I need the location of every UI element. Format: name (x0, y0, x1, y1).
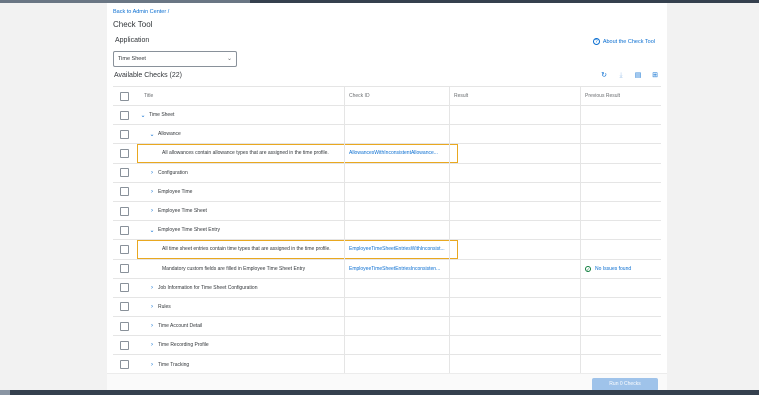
table-row[interactable]: All time sheet entries contain time type… (113, 239, 661, 260)
row-checkbox[interactable] (119, 302, 129, 312)
table-row[interactable]: ⌄ Allowance (113, 125, 661, 145)
bottom-bar (0, 390, 759, 395)
table-row[interactable]: ⌄ Time Sheet (113, 106, 661, 126)
row-title: Allowance (158, 131, 181, 138)
available-checks-title: Available Checks (22) (114, 72, 182, 79)
help-icon: ? (592, 38, 600, 45)
row-title: Rules (158, 303, 171, 310)
row-checkbox[interactable] (119, 129, 129, 139)
column-header-title: Title (135, 87, 345, 105)
table-toolbar: ↻ ⤓ ▤ ⊞ (600, 72, 659, 80)
table-row[interactable]: › Time Tracking (113, 355, 661, 375)
row-checkbox[interactable] (119, 168, 129, 178)
chevron-right-icon[interactable]: › (148, 285, 156, 291)
refresh-icon[interactable]: ↻ (600, 72, 608, 80)
previous-result-text: No Issues found (595, 265, 632, 272)
previous-result-status[interactable]: ✓ No Issues found (585, 265, 632, 272)
chevron-down-icon[interactable]: ⌄ (148, 227, 156, 234)
row-title: Time Account Detail (158, 323, 203, 330)
row-checkbox[interactable] (119, 264, 129, 274)
breadcrumb-back-to-admin-center[interactable]: Back to Admin Center / (113, 9, 169, 15)
chevron-right-icon[interactable]: › (148, 208, 156, 214)
row-title: Configuration (158, 169, 188, 176)
row-title: All allowances contain allowance types t… (162, 149, 329, 156)
sort-icon[interactable]: ▤ (634, 72, 642, 80)
row-title: Mandatory custom fields are filled in Em… (162, 265, 306, 272)
check-id-link[interactable]: EmployeeTimeSheetEntriesInconsisten... (349, 266, 440, 272)
row-checkbox[interactable] (119, 110, 129, 120)
about-check-tool-link[interactable]: ? About the Check Tool (592, 38, 655, 45)
row-checkbox[interactable] (119, 225, 129, 235)
download-icon[interactable]: ⤓ (617, 72, 625, 80)
chevron-right-icon[interactable]: › (148, 304, 156, 310)
table-settings-icon[interactable]: ⊞ (651, 72, 659, 80)
row-checkbox[interactable] (119, 321, 129, 331)
row-checkbox[interactable] (119, 148, 129, 158)
application-select[interactable]: Time Sheet ⌄ (113, 51, 237, 67)
row-checkbox[interactable] (119, 206, 129, 216)
column-header-result: Result (450, 87, 581, 105)
application-select-value: Time Sheet (118, 56, 146, 62)
row-checkbox[interactable] (119, 340, 129, 350)
row-title: All time sheet entries contain time type… (162, 245, 331, 252)
chevron-right-icon[interactable]: › (148, 189, 156, 195)
chevron-down-icon[interactable]: ⌄ (139, 112, 147, 119)
table-row[interactable]: All allowances contain allowance types t… (113, 143, 661, 164)
select-all-cell (113, 87, 135, 105)
row-checkbox[interactable] (119, 187, 129, 197)
row-title: Job Information for Time Sheet Configura… (158, 284, 258, 291)
chevron-right-icon[interactable]: › (148, 362, 156, 368)
column-header-check-id: Check ID (345, 87, 450, 105)
table-row[interactable]: › Job Information for Time Sheet Configur… (113, 278, 661, 298)
select-all-checkbox[interactable] (119, 91, 129, 101)
application-label: Application (115, 37, 150, 44)
table-row[interactable]: › Time Recording Profile (113, 336, 661, 356)
about-check-tool-label: About the Check Tool (602, 38, 655, 45)
table-row[interactable]: › Configuration (113, 163, 661, 183)
row-title: Employee Time Sheet (158, 208, 207, 215)
check-id-link[interactable]: AllowancesWithInconsistentAllowance... (349, 150, 438, 156)
table-row[interactable]: Mandatory custom fields are filled in Em… (113, 259, 661, 279)
chevron-right-icon[interactable]: › (148, 342, 156, 348)
table-row[interactable]: › Time Account Detail (113, 317, 661, 337)
table-row[interactable]: ⌄ Employee Time Sheet Entry (113, 221, 661, 241)
table-row[interactable]: › Rules (113, 297, 661, 318)
row-title: Employee Time Sheet Entry (158, 227, 220, 234)
row-checkbox[interactable] (119, 283, 129, 293)
row-title: Employee Time (158, 188, 193, 195)
success-check-icon: ✓ (585, 265, 591, 272)
check-tool-panel: Back to Admin Center / Check Tool Applic… (107, 3, 667, 391)
footer-toolbar: Run 0 Checks (107, 373, 667, 391)
chevron-down-icon[interactable]: ⌄ (148, 131, 156, 138)
bottom-bar-accent (0, 390, 10, 395)
available-checks-table: Title Check ID Result Previous Result ⌄ T… (113, 86, 661, 375)
table-row[interactable]: › Employee Time (113, 182, 661, 202)
column-header-previous-result: Previous Result (585, 93, 621, 99)
table-header-row: Title Check ID Result Previous Result (113, 86, 661, 106)
chevron-down-icon: ⌄ (226, 56, 232, 62)
row-checkbox[interactable] (119, 244, 129, 254)
chevron-right-icon[interactable]: › (148, 170, 156, 176)
table-row[interactable]: › Employee Time Sheet (113, 201, 661, 222)
row-title: Time Sheet (149, 112, 175, 119)
check-id-link[interactable]: EmployeeTimeSheetEntriesWithInconsist... (349, 246, 445, 252)
row-title: Time Recording Profile (158, 342, 209, 349)
chevron-right-icon[interactable]: › (148, 323, 156, 329)
page-title: Check Tool (113, 20, 153, 29)
row-checkbox[interactable] (119, 360, 129, 370)
row-title: Time Tracking (158, 361, 190, 368)
